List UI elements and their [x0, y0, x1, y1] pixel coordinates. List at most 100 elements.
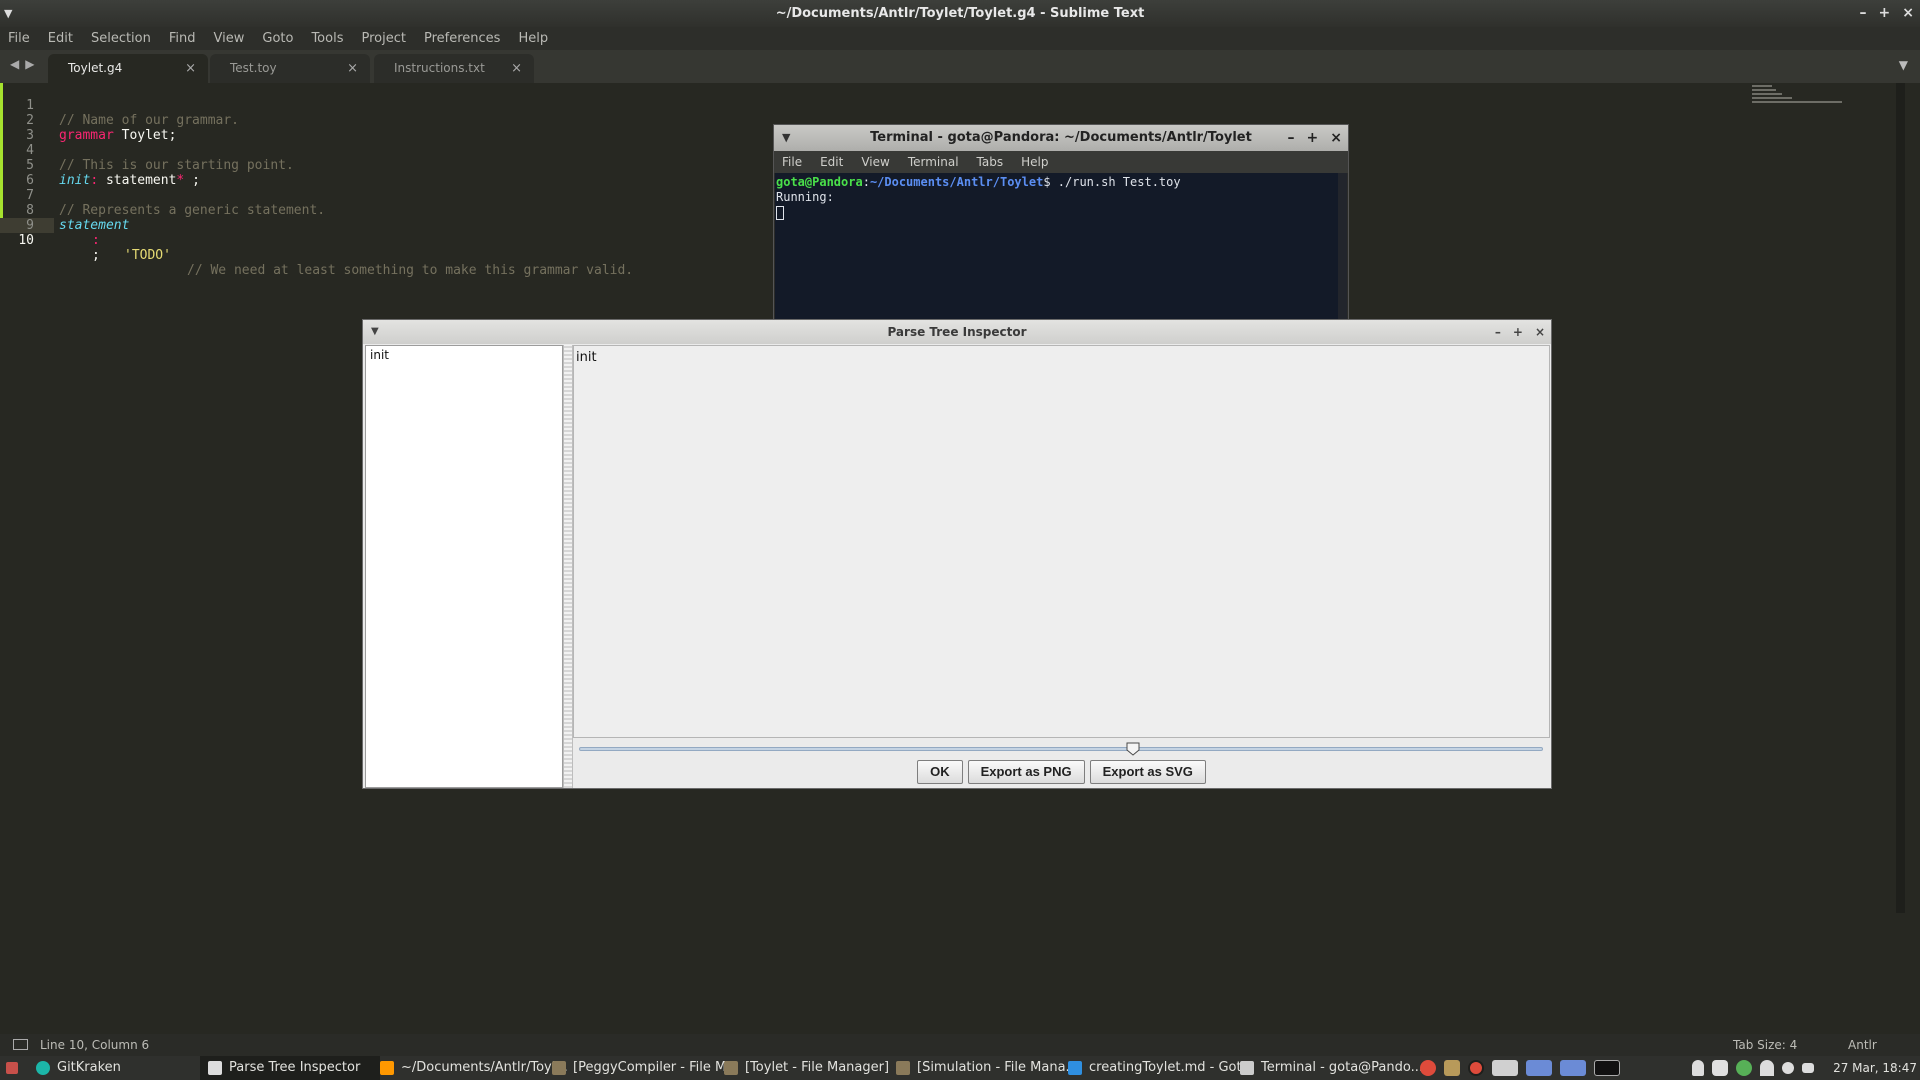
terminal-output[interactable]: gota@Pandora:~/Documents/Antlr/Toylet$ .… — [775, 173, 1338, 321]
menu-selection[interactable]: Selection — [91, 31, 151, 46]
tab-instructions-txt[interactable]: Instructions.txt × — [374, 54, 534, 83]
tab-size-selector[interactable]: Tab Size: 4 — [1733, 1034, 1797, 1056]
sublime-title-bar[interactable]: ▼ ~/Documents/Antlr/Toylet/Toylet.g4 - S… — [0, 0, 1920, 27]
code-text: ; — [184, 173, 200, 188]
workspace-4-icon[interactable] — [1594, 1060, 1620, 1076]
app-menu-icon[interactable] — [6, 1056, 25, 1080]
tab-close-icon[interactable]: × — [347, 54, 358, 83]
ok-button[interactable]: OK — [917, 760, 963, 784]
desktop: ▼ ~/Documents/Antlr/Toylet/Toylet.g4 - S… — [0, 0, 1920, 1080]
minimize-icon[interactable]: – — [1495, 320, 1501, 344]
code-rule-name: init — [59, 173, 91, 188]
window-menu-icon[interactable]: ▼ — [371, 320, 379, 344]
quick-launch — [1416, 1056, 1624, 1080]
tab-close-icon[interactable]: × — [185, 54, 196, 83]
tab-list-dropdown-icon[interactable]: ▼ — [1899, 58, 1908, 72]
folder-icon — [896, 1060, 910, 1075]
task-gitkraken[interactable]: GitKraken — [36, 1056, 121, 1080]
menu-help[interactable]: Help — [518, 31, 548, 46]
close-icon[interactable]: × — [1330, 125, 1342, 151]
clock[interactable]: 27 Mar, 18:47 — [1833, 1056, 1917, 1080]
menu-preferences[interactable]: Preferences — [424, 31, 500, 46]
task-file-manager-toylet[interactable]: [Toylet - File Manager] — [724, 1056, 889, 1080]
terminal-cursor — [776, 205, 784, 220]
panel-toggle-icon[interactable] — [13, 1039, 28, 1050]
menu-tools[interactable]: Tools — [311, 31, 343, 46]
task-sublime[interactable]: ~/Documents/Antlr/Toyl... — [380, 1056, 568, 1080]
window-menu-icon[interactable]: ▼ — [782, 125, 790, 151]
task-label: ~/Documents/Antlr/Toyl... — [401, 1060, 568, 1075]
status-bar: Line 10, Column 6 Tab Size: 4 Antlr — [0, 1034, 1920, 1056]
menu-project[interactable]: Project — [361, 31, 405, 46]
maximize-icon[interactable]: + — [1513, 320, 1523, 344]
sync-icon[interactable] — [1736, 1060, 1752, 1076]
tab-label: Toylet.g4 — [68, 61, 123, 75]
export-svg-button[interactable]: Export as SVG — [1089, 760, 1206, 784]
export-png-button[interactable]: Export as PNG — [967, 760, 1085, 784]
notification-bell-icon[interactable] — [1692, 1060, 1704, 1076]
task-label: [Simulation - File Mana... — [917, 1060, 1078, 1075]
terminal-menu-tabs[interactable]: Tabs — [977, 155, 1004, 169]
slider-track[interactable] — [579, 747, 1543, 751]
slider-thumb[interactable] — [1126, 742, 1140, 756]
menu-find[interactable]: Find — [169, 31, 196, 46]
terminal-scrollbar[interactable] — [1338, 173, 1347, 321]
menu-edit[interactable]: Edit — [48, 31, 73, 46]
chrome-launcher-icon[interactable] — [1468, 1060, 1484, 1076]
task-file-manager-peggy[interactable]: [PeggyCompiler - File M... — [552, 1056, 739, 1080]
minimize-icon[interactable]: – — [1860, 0, 1867, 27]
terminal-title-bar[interactable]: ▼ Terminal - gota@Pandora: ~/Documents/A… — [774, 125, 1348, 151]
code-operator: : — [90, 173, 99, 188]
task-parse-tree-inspector[interactable]: Parse Tree Inspector — [200, 1056, 381, 1080]
terminal-window[interactable]: ▼ Terminal - gota@Pandora: ~/Documents/A… — [773, 124, 1349, 321]
close-icon[interactable]: × — [1902, 0, 1914, 27]
syntax-selector[interactable]: Antlr — [1848, 1034, 1877, 1056]
task-vscode[interactable]: creatingToylet.md - Got... — [1068, 1056, 1254, 1080]
code-comment: // This is our starting point. — [59, 158, 294, 173]
terminal-menu-view[interactable]: View — [861, 155, 889, 169]
terminal-menu-file[interactable]: File — [782, 155, 802, 169]
code-line: 7 // Represents a generic statement. — [0, 173, 325, 218]
tab-close-icon[interactable]: × — [511, 54, 522, 83]
workspace-1-icon[interactable] — [1492, 1060, 1518, 1076]
wifi-icon[interactable] — [1760, 1060, 1774, 1076]
close-icon[interactable]: × — [1535, 320, 1545, 344]
workspace-2-icon[interactable] — [1526, 1060, 1552, 1076]
window-menu-icon[interactable]: ▼ — [4, 0, 12, 27]
terminal-menu-edit[interactable]: Edit — [820, 155, 843, 169]
task-terminal[interactable]: Terminal - gota@Pando... — [1240, 1056, 1423, 1080]
maximize-icon[interactable]: + — [1879, 0, 1891, 27]
tab-nav-arrows-icon[interactable]: ◀▶ — [10, 57, 40, 71]
taskbar: GitKraken Parse Tree Inspector ~/Documen… — [0, 1056, 1920, 1080]
split-pane-divider[interactable] — [563, 345, 573, 788]
files-icon[interactable] — [1444, 1060, 1460, 1076]
terminal-menu-terminal[interactable]: Terminal — [908, 155, 959, 169]
update-icon[interactable] — [1782, 1062, 1794, 1074]
menu-file[interactable]: File — [8, 31, 30, 46]
zoom-slider[interactable] — [579, 742, 1543, 756]
maximize-icon[interactable]: + — [1307, 125, 1319, 151]
inspector-title: Parse Tree Inspector — [887, 325, 1027, 339]
menu-goto[interactable]: Goto — [262, 31, 293, 46]
task-file-manager-simulation[interactable]: [Simulation - File Mana... — [896, 1056, 1078, 1080]
inspector-button-row: OK Export as PNG Export as SVG — [573, 760, 1550, 786]
folder-icon — [552, 1060, 566, 1075]
terminal-menu-help[interactable]: Help — [1021, 155, 1048, 169]
inspector-title-bar[interactable]: ▼ Parse Tree Inspector – + × — [363, 320, 1551, 344]
chrome-icon[interactable] — [1420, 1060, 1436, 1076]
tab-test-toy[interactable]: Test.toy × — [210, 54, 370, 83]
tree-node-init[interactable]: init — [370, 348, 558, 362]
parse-tree-list[interactable]: init — [365, 345, 563, 788]
minimize-icon[interactable]: – — [1288, 125, 1295, 151]
minimap[interactable] — [1752, 85, 1842, 105]
terminal-menu-bar: File Edit View Terminal Tabs Help — [774, 151, 1348, 173]
parse-tree-inspector-window[interactable]: ▼ Parse Tree Inspector – + × init init O… — [362, 319, 1552, 789]
volume-icon[interactable] — [1802, 1063, 1814, 1073]
workspace-3-icon[interactable] — [1560, 1060, 1586, 1076]
tab-toylet-g4[interactable]: Toylet.g4 × — [48, 54, 208, 83]
terminal-prompt-line: gota@Pandora:~/Documents/Antlr/Toylet$ .… — [776, 175, 1337, 190]
discord-icon[interactable] — [1712, 1060, 1728, 1076]
editor-scrollbar[interactable] — [1896, 83, 1905, 913]
menu-view[interactable]: View — [214, 31, 245, 46]
parse-tree-canvas[interactable]: init — [573, 345, 1550, 738]
